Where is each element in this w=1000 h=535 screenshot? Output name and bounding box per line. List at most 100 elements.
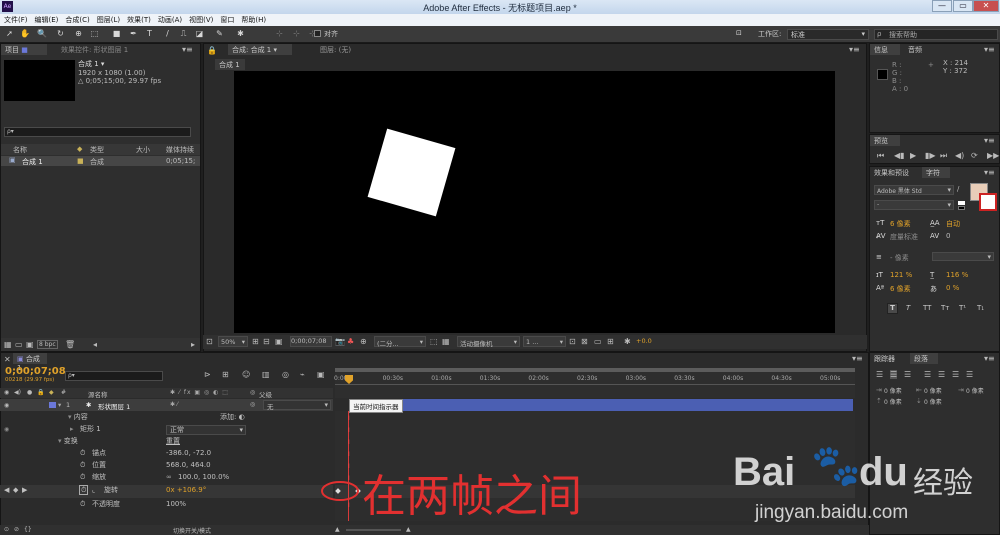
anchor-point-value[interactable]: -386.0, -72.0 <box>166 448 211 459</box>
rotation-value[interactable]: 0x +106.9° <box>166 485 206 496</box>
align-left-icon[interactable]: ☰ <box>876 370 883 379</box>
tab-tracker[interactable]: 跟踪器 <box>870 353 906 364</box>
brainstorm-icon[interactable]: ▣ <box>317 370 325 379</box>
camera-tool-icon[interactable]: ⊕ <box>74 29 83 38</box>
add-menu[interactable]: 添加: ◐ <box>220 412 245 423</box>
font-family-select[interactable]: Adobe 黑体 Std ▾ <box>874 185 954 195</box>
world-axis-icon[interactable]: ⊹ <box>292 29 301 38</box>
mask-visibility-icon[interactable]: ▣ <box>275 337 283 346</box>
layer-switches-icon[interactable]: ✱ ⁄ <box>170 401 178 408</box>
parent-select[interactable]: 无 ▾ <box>263 400 331 411</box>
toggle-switches-modes[interactable]: 切换开关/模式 <box>173 526 211 535</box>
always-preview-icon[interactable]: ⊡ <box>206 337 213 346</box>
tab-effect-controls[interactable]: 效果控件: 形状图层 1 <box>57 44 161 55</box>
reset-link[interactable]: 重置 <box>166 436 180 447</box>
tab-layer[interactable]: 图层: (无) <box>316 44 368 55</box>
frame-blending-icon[interactable]: ▥ <box>262 370 270 379</box>
leading-value[interactable]: 自动 <box>946 219 960 229</box>
stroke-width-value[interactable]: - 像素 <box>890 253 909 263</box>
layer-label-swatch[interactable] <box>49 402 56 408</box>
blend-mode-select[interactable]: 正常 ▾ <box>166 425 246 435</box>
pen-tool-icon[interactable]: ✒ <box>129 29 138 38</box>
first-frame-icon[interactable]: ⏮ <box>877 151 884 160</box>
layer-visibility-icon[interactable]: ◉ <box>4 401 9 410</box>
parent-pickwhip-icon[interactable]: ◎ <box>250 401 255 408</box>
maximize-button[interactable]: ▭ <box>953 0 973 12</box>
show-snapshot-icon[interactable]: ♣ <box>347 337 354 346</box>
loop-icon[interactable]: ⟳ <box>971 151 978 160</box>
hand-tool-icon[interactable]: ✋ <box>20 29 30 38</box>
work-area-bar[interactable] <box>335 368 855 372</box>
next-frame-icon[interactable]: ▮▶ <box>925 151 936 160</box>
eyedropper-icon[interactable]: / <box>957 185 959 193</box>
zoom-tool-icon[interactable]: 🔍 <box>37 29 47 38</box>
justify-center-icon[interactable]: ☰ <box>938 370 945 379</box>
delete-icon[interactable]: 🗑 <box>65 340 75 349</box>
solo-col-icon[interactable]: ● <box>27 388 32 397</box>
rectangle-tool-icon[interactable]: ■ <box>112 29 121 38</box>
panel-menu-icon[interactable]: ▾≡ <box>984 354 995 363</box>
pan-behind-tool-icon[interactable]: ⬚ <box>90 29 99 38</box>
hide-shy-icon[interactable]: ☺ <box>242 370 250 379</box>
layer-expand-arrow[interactable]: ▾ <box>58 401 61 409</box>
timeline-timecode[interactable]: 0;00;07;08 <box>5 366 66 377</box>
tab-character[interactable]: 字符 <box>922 167 950 178</box>
interpret-footage-icon[interactable]: ▦ <box>4 340 12 349</box>
baseline-shift-value[interactable]: 6 像素 <box>890 284 911 294</box>
next-keyframe-icon[interactable]: ▶ <box>22 485 27 496</box>
prop-rectangle[interactable]: 矩形 1 <box>80 424 101 435</box>
col-type[interactable]: 类型 <box>90 145 104 155</box>
tab-composition[interactable]: 合成: 合成 1 ▾ <box>228 44 292 55</box>
superscript-button[interactable]: T¹ <box>959 304 966 312</box>
kerning-value[interactable]: 度量标准 <box>890 232 918 242</box>
justify-all-icon[interactable]: ☰ <box>966 370 973 379</box>
tab-timeline-comp[interactable]: ▣ 合成 1 <box>13 353 47 372</box>
workspace-select[interactable]: 标准 ▾ <box>787 29 869 40</box>
audio-col-icon[interactable]: ◀) <box>14 388 21 397</box>
faux-bold-button[interactable]: T <box>887 303 898 314</box>
constrain-link-icon[interactable]: ∞ <box>166 472 172 483</box>
font-style-select[interactable]: - ▾ <box>874 200 954 210</box>
comp-mini-flowchart-icon[interactable]: ⊳ <box>204 370 211 379</box>
layer-switches-toggle-icon[interactable]: ⊙ <box>4 525 9 534</box>
opacity-value[interactable]: 100% <box>166 499 186 510</box>
audio-icon[interactable]: ◀) <box>955 151 964 160</box>
comp-subtab[interactable]: 合成 1 <box>215 59 245 70</box>
small-caps-button[interactable]: Tт <box>941 304 949 312</box>
local-axis-icon[interactable]: ⊹ <box>275 29 284 38</box>
toggle-pixel-aspect-icon[interactable]: ⊡ <box>569 337 576 346</box>
col-size[interactable]: 大小 <box>136 145 150 155</box>
stroke-style-select[interactable]: ▾ <box>932 252 994 261</box>
ram-preview-icon[interactable]: ▶▶ <box>987 151 999 160</box>
brush-tool-icon[interactable]: / <box>163 29 172 38</box>
tab-paragraph[interactable]: 段落 <box>910 353 938 364</box>
stopwatch-icon[interactable]: ⏱ <box>80 460 85 471</box>
selection-tool-icon[interactable]: ➚ <box>5 29 14 38</box>
close-icon[interactable]: ✕ <box>4 355 11 364</box>
col-duration[interactable]: 媒体持续 <box>166 145 194 155</box>
workspace-icon[interactable]: ⊡ <box>736 29 742 37</box>
layer-name[interactable]: 形状图层 1 <box>98 401 130 411</box>
space-before-value[interactable]: 0 像素 <box>884 397 902 406</box>
lock-icon[interactable]: 🔒 <box>207 46 217 55</box>
subscript-button[interactable]: T₁ <box>977 304 984 312</box>
prop-transform[interactable]: ▾ 变换 <box>58 436 78 447</box>
bpc-button[interactable]: 8 bpc <box>37 340 58 349</box>
project-search-input[interactable]: ρ▾ <box>4 127 191 137</box>
graph-icon[interactable]: ⌞ <box>92 485 95 496</box>
menu-effect[interactable]: 效果(T) <box>123 14 154 25</box>
camera-select[interactable]: 活动摄像机 ▾ <box>457 336 520 348</box>
graph-editor-icon[interactable]: ⌁ <box>300 370 305 379</box>
indent-left-value[interactable]: 0 像素 <box>884 386 902 395</box>
label-col-icon[interactable]: ◆ <box>49 388 54 397</box>
font-size-value[interactable]: 6 像素 <box>890 219 911 229</box>
transfer-controls-toggle-icon[interactable]: ⊘ <box>14 525 19 534</box>
panel-menu-icon[interactable]: ▾≡ <box>852 354 863 363</box>
menu-edit[interactable]: 编辑(E) <box>31 14 62 25</box>
last-frame-icon[interactable]: ⏭ <box>940 151 947 160</box>
resolution-select[interactable]: (二分... ▾ <box>374 336 426 348</box>
space-after-value[interactable]: 0 像素 <box>924 397 942 406</box>
exposure-value[interactable]: +0.0 <box>636 337 652 345</box>
clone-stamp-tool-icon[interactable]: ⎍ <box>179 29 188 38</box>
roto-brush-tool-icon[interactable]: ✎ <box>215 29 224 38</box>
